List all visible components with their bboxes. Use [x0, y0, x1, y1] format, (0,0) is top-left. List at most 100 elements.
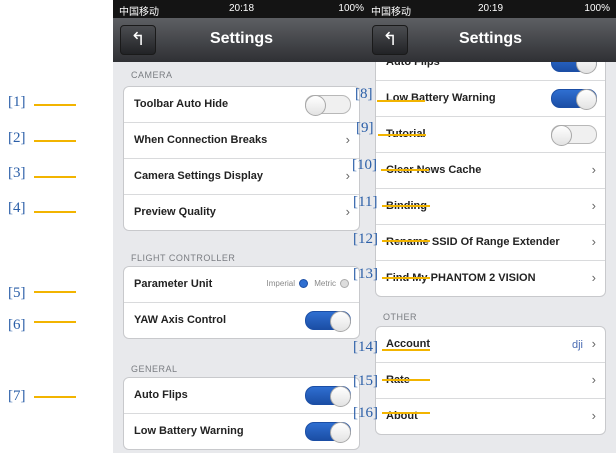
toggle-knob	[305, 95, 326, 116]
toolbar-auto-hide-toggle[interactable]	[305, 95, 351, 116]
chevron-right-icon: ›	[591, 270, 596, 285]
chevron-right-icon: ›	[591, 372, 596, 387]
callout-line	[34, 104, 76, 106]
section-header-flight-controller: FLIGHT CONTROLLER	[131, 253, 236, 263]
clear-news-cache-row[interactable]: Clear News Cache ›	[376, 153, 605, 189]
row-label: When Connection Breaks	[134, 134, 268, 146]
callout-4: [4]	[8, 200, 26, 216]
callout-1: [1]	[8, 94, 26, 110]
callout-line	[34, 176, 76, 178]
account-value: dji	[571, 339, 583, 351]
section-header-general: GENERAL	[131, 364, 178, 374]
chevron-right-icon: ›	[345, 132, 350, 147]
camera-settings-display-row[interactable]: Camera Settings Display ›	[124, 159, 359, 195]
callout-10: [10]	[352, 157, 377, 173]
low-battery-warning-row[interactable]: Low Battery Warning	[124, 414, 359, 449]
low-battery-toggle[interactable]	[551, 89, 597, 110]
connection-breaks-row[interactable]: When Connection Breaks ›	[124, 123, 359, 159]
row-label: YAW Axis Control	[134, 314, 227, 326]
account-row[interactable]: Account dji ›	[376, 327, 605, 363]
row-label: Camera Settings Display	[134, 170, 263, 182]
row-label: Toolbar Auto Hide	[134, 98, 229, 110]
page-title: Settings	[209, 30, 274, 47]
unit-radio-group: Imperial Metric	[263, 279, 349, 289]
section-header-camera: CAMERA	[131, 70, 173, 80]
callout-line	[382, 240, 430, 242]
callout-line	[34, 396, 76, 398]
callout-line	[381, 169, 429, 171]
page-title: Settings	[458, 30, 523, 47]
callout-line	[382, 205, 430, 207]
status-bar: 中国移动 20:19 100%	[365, 0, 616, 18]
callout-2: [2]	[8, 130, 26, 146]
parameter-unit-row: Parameter Unit Imperial Metric	[124, 267, 359, 303]
callout-line	[34, 291, 76, 293]
binding-row[interactable]: Binding ›	[376, 189, 605, 225]
callout-5: [5]	[8, 285, 26, 301]
flight-controller-group: Parameter Unit Imperial Metric YAW Axis …	[123, 266, 360, 339]
callout-7: [7]	[8, 388, 26, 404]
battery-label: 100%	[338, 3, 364, 14]
callout-line	[382, 412, 430, 414]
tutorial-toggle[interactable]	[551, 125, 597, 146]
callout-line	[382, 277, 430, 279]
callout-line	[34, 140, 76, 142]
callout-line	[382, 379, 430, 381]
yaw-axis-control-row[interactable]: YAW Axis Control	[124, 303, 359, 338]
chevron-right-icon: ›	[345, 204, 350, 219]
chevron-right-icon: ›	[591, 408, 596, 423]
camera-settings-group: Toolbar Auto Hide When Connection Breaks…	[123, 86, 360, 231]
chevron-right-icon: ›	[591, 234, 596, 249]
callout-line	[378, 134, 426, 136]
status-bar: 中国移动 20:18 100%	[113, 0, 370, 18]
callout-9: [9]	[356, 120, 374, 136]
toggle-knob	[576, 89, 597, 110]
callout-8: [8]	[355, 86, 373, 102]
callout-6: [6]	[8, 317, 26, 333]
row-label: Preview Quality	[134, 206, 216, 218]
toggle-knob	[330, 311, 351, 332]
low-battery-toggle[interactable]	[305, 422, 351, 443]
callout-3: [3]	[8, 165, 26, 181]
chevron-right-icon: ›	[591, 162, 596, 177]
nav-bar: ↰ Settings	[365, 18, 616, 62]
callout-line	[34, 321, 76, 323]
battery-label: 100%	[584, 3, 610, 14]
imperial-option-label: Imperial	[266, 279, 295, 288]
metric-radio[interactable]	[340, 279, 349, 289]
toggle-knob	[551, 125, 572, 146]
low-battery-warning-row[interactable]: Low Battery Warning	[376, 81, 605, 117]
toggle-knob	[330, 422, 351, 443]
callout-14: [14]	[353, 339, 378, 355]
row-label: Rename SSID Of Range Extender	[386, 236, 560, 248]
auto-flips-row[interactable]: Auto Flips	[124, 378, 359, 414]
callout-line	[34, 211, 76, 213]
row-label: Low Battery Warning	[386, 92, 496, 104]
metric-option-label: Metric	[314, 279, 336, 288]
auto-flips-toggle[interactable]	[305, 386, 351, 407]
yaw-axis-toggle[interactable]	[305, 311, 351, 332]
chevron-right-icon: ›	[591, 336, 596, 351]
rename-ssid-row[interactable]: Rename SSID Of Range Extender ›	[376, 225, 605, 261]
row-label: Auto Flips	[134, 389, 188, 401]
callout-15: [15]	[353, 373, 378, 389]
nav-bar: ↰ Settings	[113, 18, 370, 62]
preview-quality-row[interactable]: Preview Quality ›	[124, 195, 359, 230]
section-header-other: OTHER	[383, 312, 417, 322]
about-row[interactable]: About ›	[376, 399, 605, 434]
imperial-radio[interactable]	[298, 279, 308, 289]
rate-row[interactable]: Rate ›	[376, 363, 605, 399]
left-phone-screen: 中国移动 20:18 100% ↰ Settings CAMERA Toolba…	[113, 0, 370, 453]
row-label: Low Battery Warning	[134, 425, 244, 437]
time-label: 20:18	[228, 3, 255, 14]
callout-12: [12]	[353, 231, 378, 247]
callout-16: [16]	[353, 405, 378, 421]
toolbar-auto-hide-row[interactable]: Toolbar Auto Hide	[124, 87, 359, 123]
row-label: Parameter Unit	[134, 278, 213, 290]
callout-line	[382, 349, 430, 351]
callout-13: [13]	[353, 266, 378, 282]
callout-11: [11]	[353, 194, 378, 210]
general-group: Auto Flips Low Battery Warning	[123, 377, 360, 450]
right-phone-screen: 中国移动 20:19 100% Auto Flips Low Battery W…	[365, 0, 616, 453]
chevron-right-icon: ›	[345, 168, 350, 183]
